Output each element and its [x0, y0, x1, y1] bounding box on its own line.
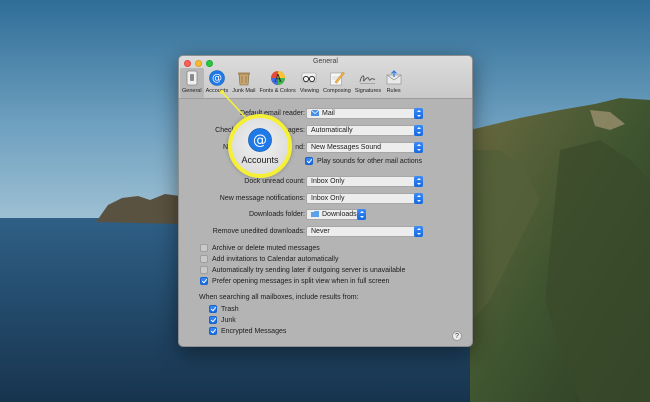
default-reader-stepper-icon [414, 108, 423, 119]
tab-signatures-label: Signatures [354, 88, 382, 94]
split-view-check-icon [200, 277, 208, 285]
accounts-callout: @ Accounts [228, 114, 292, 178]
mail-preferences-window: General General @ Accounts Junk Mail A F… [178, 55, 473, 347]
tab-general-label: General [182, 88, 202, 94]
check-messages-popup[interactable]: Automatically [306, 125, 423, 136]
tab-fonts-colors[interactable]: A Fonts & Colors [257, 68, 297, 98]
add-invitations-check-icon [200, 255, 208, 263]
tab-viewing-label: Viewing [299, 88, 319, 94]
trash-bin-icon [235, 69, 252, 86]
search-trash-checkbox[interactable]: Trash [209, 305, 239, 313]
folder-icon [311, 211, 319, 217]
tab-junk-mail[interactable]: Junk Mail [230, 68, 257, 98]
search-junk-label: Junk [221, 316, 236, 324]
notifications-stepper-icon [414, 193, 423, 204]
search-junk-check-icon [209, 316, 217, 324]
dock-count-row: Dock unread count: Inbox Only [179, 176, 472, 188]
new-sound-row: N nd: New Messages Sound [179, 142, 472, 154]
dock-count-value: Inbox Only [311, 178, 345, 185]
downloads-folder-label: Downloads folder: [248, 211, 305, 218]
search-encrypted-label: Encrypted Messages [221, 327, 287, 335]
callout-label: Accounts [241, 154, 279, 165]
check-messages-row: Check ages: Automatically [179, 125, 472, 137]
remove-downloads-popup[interactable]: Never [306, 226, 423, 237]
play-sounds-label: Play sounds for other mail actions [317, 157, 423, 165]
add-invitations-checkbox[interactable]: Add invitations to Calendar automaticall… [200, 255, 338, 263]
notifications-popup[interactable]: Inbox Only [306, 193, 423, 204]
tab-composing[interactable]: Composing [321, 68, 353, 98]
new-sound-label-tail: nd: [295, 144, 305, 151]
new-sound-stepper-icon [414, 142, 423, 153]
tab-fonts-colors-label: Fonts & Colors [259, 88, 296, 94]
tab-rules-label: Rules [386, 88, 401, 94]
search-trash-label: Trash [221, 305, 239, 313]
at-icon: @ [208, 69, 225, 86]
general-settings-panel: Default email reader: Mail Check ages: A… [179, 99, 472, 346]
check-messages-stepper-icon [414, 125, 423, 136]
archive-muted-checkbox[interactable]: Archive or delete muted messages [200, 244, 320, 252]
window-titlebar: General General @ Accounts Junk Mail A F… [179, 56, 472, 99]
tab-general[interactable]: General [180, 68, 204, 98]
signature-icon [359, 69, 376, 86]
remove-downloads-stepper-icon [414, 226, 423, 237]
default-reader-value: Mail [322, 110, 335, 117]
split-view-checkbox[interactable]: Prefer opening messages in split view wh… [200, 277, 389, 285]
new-sound-popup[interactable]: New Messages Sound [306, 142, 423, 153]
dock-count-stepper-icon [414, 176, 423, 187]
downloads-folder-popup[interactable]: Downloads [306, 209, 366, 220]
dock-count-popup[interactable]: Inbox Only [306, 176, 423, 187]
svg-text:@: @ [253, 132, 267, 148]
window-title: General [313, 58, 338, 65]
glasses-icon [301, 69, 318, 86]
tab-composing-label: Composing [322, 88, 351, 94]
default-reader-row: Default email reader: Mail [179, 108, 472, 120]
svg-text:A: A [273, 73, 282, 84]
tab-junk-mail-label: Junk Mail [232, 88, 256, 94]
svg-text:@: @ [212, 73, 222, 84]
add-invitations-label: Add invitations to Calendar automaticall… [212, 255, 339, 263]
notifications-label: New message notifications: [219, 195, 305, 202]
envelope-rules-icon [385, 69, 402, 86]
pencil-paper-icon [328, 69, 345, 86]
downloads-folder-stepper-icon [357, 209, 366, 220]
default-reader-popup[interactable]: Mail [306, 108, 423, 119]
tab-rules[interactable]: Rules [383, 68, 404, 98]
at-icon: @ [248, 127, 272, 152]
preferences-toolbar: General @ Accounts Junk Mail A Fonts & C… [180, 68, 404, 98]
send-later-label: Automatically try sending later if outgo… [212, 266, 406, 274]
archive-muted-check-icon [200, 244, 208, 252]
tab-viewing[interactable]: Viewing [298, 68, 321, 98]
archive-muted-label: Archive or delete muted messages [212, 244, 320, 252]
notifications-row: New message notifications: Inbox Only [179, 193, 472, 205]
switch-icon [183, 69, 200, 86]
tab-accounts[interactable]: @ Accounts [204, 68, 231, 98]
notifications-value: Inbox Only [311, 195, 345, 202]
search-encrypted-check-icon [209, 327, 217, 335]
search-encrypted-checkbox[interactable]: Encrypted Messages [209, 327, 286, 335]
send-later-check-icon [200, 266, 208, 274]
search-trash-check-icon [209, 305, 217, 313]
downloads-folder-value: Downloads [322, 211, 357, 218]
help-button[interactable]: ? [452, 331, 462, 341]
mail-app-icon [310, 109, 320, 116]
search-heading: When searching all mailboxes, include re… [199, 294, 359, 301]
remove-downloads-value: Never [311, 228, 330, 235]
check-messages-label-tail: ages: [287, 127, 305, 134]
dock-count-label: Dock unread count: [244, 178, 305, 185]
tab-accounts-label: Accounts [205, 88, 229, 94]
search-junk-checkbox[interactable]: Junk [209, 316, 236, 324]
play-sounds-checkbox[interactable]: Play sounds for other mail actions [305, 157, 422, 165]
new-sound-value: New Messages Sound [311, 144, 382, 151]
tab-signatures[interactable]: Signatures [353, 68, 383, 98]
split-view-label: Prefer opening messages in split view wh… [212, 277, 390, 285]
remove-downloads-label: Remove unedited downloads: [212, 228, 305, 235]
send-later-checkbox[interactable]: Automatically try sending later if outgo… [200, 266, 405, 274]
remove-downloads-row: Remove unedited downloads: Never [179, 226, 472, 238]
color-wheel-icon: A [269, 69, 286, 86]
check-messages-value: Automatically [311, 127, 353, 134]
downloads-folder-row: Downloads folder: Downloads [179, 209, 472, 221]
play-sounds-check-icon [305, 157, 313, 165]
